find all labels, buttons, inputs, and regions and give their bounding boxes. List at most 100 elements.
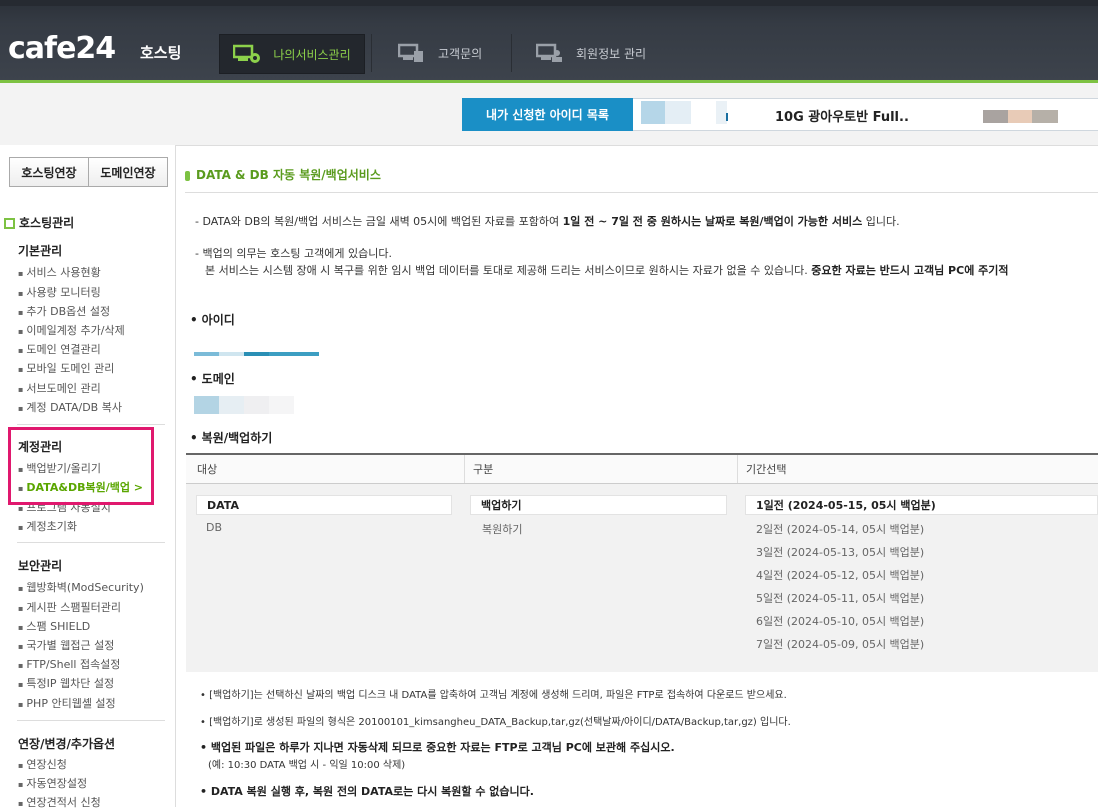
redacted-block — [1032, 110, 1058, 123]
page-title: DATA & DB 자동 복원/백업서비스 — [185, 166, 381, 183]
sidebar-section-title: 호스팅관리 — [4, 214, 74, 231]
redacted-block — [1008, 110, 1032, 123]
nav-member-info[interactable]: 회원정보 관리 — [535, 34, 666, 72]
nav-support[interactable]: 고객문의 — [397, 34, 508, 72]
divider — [17, 542, 165, 543]
sidebar-item-extend-request[interactable]: 연장신청 — [18, 756, 66, 772]
period-option[interactable]: 2일전 (2024-05-14, 05시 백업분) — [756, 521, 924, 537]
redacted-block — [641, 101, 665, 124]
period-option[interactable]: 4일전 (2024-05-12, 05시 백업분) — [756, 567, 924, 583]
redacted-block — [269, 396, 294, 414]
sidebar-item-data-copy[interactable]: 계정 DATA/DB 복사 — [18, 399, 122, 415]
sidebar-item-subdomain[interactable]: 서브도메인 관리 — [18, 380, 100, 396]
action-option-restore[interactable]: 복원하기 — [482, 521, 522, 537]
section-id: 아이디 — [190, 311, 235, 328]
note-example: (예: 10:30 DATA 백업 시 - 익일 10:00 삭제) — [208, 760, 406, 771]
nav-my-service-label: 나의서비스관리 — [273, 47, 351, 62]
divider — [17, 424, 165, 425]
sidebar-group-basic: 기본관리 — [18, 244, 63, 258]
nav-my-service[interactable]: 나의서비스관리 — [219, 34, 365, 74]
table-header-period: 기간선택 — [746, 463, 787, 476]
action-option-backup[interactable]: 백업하기 — [470, 495, 727, 515]
sidebar-item-country-access[interactable]: 국가별 웹접근 설정 — [18, 637, 114, 653]
sidebar-group-security: 보안관리 — [18, 559, 63, 573]
member-icon — [535, 42, 564, 64]
sidebar-section-title-text: 호스팅관리 — [19, 216, 75, 230]
note-restore-warning: • DATA 복원 실행 후, 복원 전의 DATA로는 다시 복원할 수 없습… — [200, 785, 534, 798]
sidebar-item-domain-link[interactable]: 도메인 연결관리 — [18, 341, 100, 357]
sidebar-item-ip-block[interactable]: 특정IP 웹차단 설정 — [18, 675, 114, 691]
title-bullet-icon — [185, 170, 190, 181]
sidebar-item-service-usage[interactable]: 서비스 사용현황 — [18, 264, 100, 280]
sidebar-item-php-antiwebshell[interactable]: PHP 안티웹셸 설정 — [18, 695, 115, 711]
redacted-block — [665, 101, 691, 124]
support-icon — [397, 42, 426, 64]
section-restore-backup: 복원/백업하기 — [190, 429, 273, 446]
column-separator — [737, 455, 738, 483]
table-header-target: 대상 — [197, 463, 218, 476]
note-auto-delete: • 백업된 파일은 하루가 지나면 자동삭제 되므로 중요한 자료는 FTP로 … — [200, 741, 675, 754]
period-option[interactable]: 5일전 (2024-05-11, 05시 백업분) — [756, 590, 924, 606]
nav-divider — [371, 34, 372, 72]
target-option-db[interactable]: DB — [206, 521, 222, 534]
description-1-emphasis: 1일 전 ~ 7일 전 중 원하시는 날짜로 복원/백업이 가능한 서비스 — [562, 215, 863, 228]
nav-divider — [511, 34, 512, 72]
sidebar-item-db-option[interactable]: 추가 DB옵션 설정 — [18, 303, 110, 319]
redacted-block — [219, 396, 244, 414]
description-1-end: 입니다. — [862, 215, 900, 228]
sidebar-item-usage-monitor[interactable]: 사용량 모니터링 — [18, 284, 100, 300]
note-file-format: • [백업하기]로 생성된 파일의 형식은 20100101_kimsanghe… — [200, 717, 791, 728]
sidebar-item-email-account[interactable]: 이메일계정 추가/삭제 — [18, 322, 124, 338]
divider — [185, 192, 1098, 193]
restore-backup-table: 대상 구분 기간선택 DATA DB 백업하기 복원하기 1일전 (2024-0… — [186, 453, 1098, 672]
description-3-emphasis: 중요한 자료는 반드시 고객님 PC에 주기적 — [811, 264, 1009, 277]
period-option[interactable]: 3일전 (2024-05-13, 05시 백업분) — [756, 544, 924, 560]
redacted-block — [219, 352, 244, 356]
service-gear-icon — [233, 43, 261, 65]
target-option-data[interactable]: DATA — [196, 495, 452, 515]
cafe24-logo[interactable]: cafe24 — [8, 34, 116, 64]
logo-subtitle: 호스팅 — [140, 44, 182, 62]
column-separator — [464, 455, 465, 483]
id-list-selected-text: 10G 광아우토반 Full.. — [775, 110, 909, 125]
divider — [186, 483, 1098, 484]
description-1: - DATA와 DB의 복원/백업 서비스는 금일 새벽 05시에 백업된 자료… — [195, 213, 900, 229]
redacted-block — [726, 113, 728, 121]
sidebar-item-spam-filter[interactable]: 게시판 스팸필터관리 — [18, 599, 121, 615]
page-title-text: DATA & DB 자동 복원/백업서비스 — [196, 168, 381, 182]
period-option[interactable]: 7일전 (2024-05-09, 05시 백업분) — [756, 636, 924, 652]
sidebar-item-account-reset[interactable]: 계정초기화 — [18, 518, 77, 534]
hosting-extend-button[interactable]: 호스팅연장 — [9, 157, 89, 187]
nav-member-info-label: 회원정보 관리 — [576, 46, 647, 61]
sidebar-item-estimate[interactable]: 연장견적서 신청 — [18, 794, 100, 810]
top-stripe — [0, 0, 1098, 6]
redacted-block — [244, 396, 269, 414]
section-domain: 도메인 — [190, 370, 235, 387]
redacted-block — [983, 110, 1009, 123]
description-1-text: - DATA와 DB의 복원/백업 서비스는 금일 새벽 05시에 백업된 자료… — [195, 215, 563, 228]
table-header-row — [186, 455, 1098, 483]
id-list-label: 내가 신청한 아이디 목록 — [462, 98, 633, 131]
sidebar-item-spam-shield[interactable]: 스팸 SHIELD — [18, 618, 90, 634]
domain-extend-button[interactable]: 도메인연장 — [89, 157, 168, 187]
description-2: - 백업의 의무는 호스팅 고객에게 있습니다. — [195, 247, 392, 260]
sidebar-item-mobile-domain[interactable]: 모바일 도메인 관리 — [18, 360, 114, 376]
redacted-block — [194, 352, 219, 356]
sidebar-item-modsecurity[interactable]: 웹방화벽(ModSecurity) — [18, 579, 143, 595]
extension-buttons: 호스팅연장 도메인연장 — [9, 157, 168, 187]
divider — [17, 720, 165, 721]
period-option[interactable]: 1일전 (2024-05-15, 05시 백업분) — [745, 495, 1098, 515]
redacted-block — [194, 396, 219, 414]
highlight-box — [8, 427, 154, 505]
sidebar-group-extension: 연장/변경/추가옵션 — [18, 737, 116, 751]
redacted-block — [244, 352, 269, 356]
period-option[interactable]: 6일전 (2024-05-10, 05시 백업분) — [756, 613, 924, 629]
square-bullet-icon — [4, 218, 15, 229]
note-backup-info: • [백업하기]는 선택하신 날짜의 백업 디스크 내 DATA를 압축하여 고… — [200, 690, 787, 701]
description-3-text: 본 서비스는 시스템 장애 시 복구를 위한 임시 백업 데이터를 토대로 제공… — [205, 264, 812, 277]
table-header-type: 구분 — [473, 463, 494, 476]
sidebar-item-auto-extend[interactable]: 자동연장설정 — [18, 775, 87, 791]
sidebar-item-ftp-shell[interactable]: FTP/Shell 접속설정 — [18, 656, 120, 672]
description-3: 본 서비스는 시스템 장애 시 복구를 위한 임시 백업 데이터를 토대로 제공… — [205, 262, 1009, 278]
nav-support-label: 고객문의 — [438, 46, 483, 61]
